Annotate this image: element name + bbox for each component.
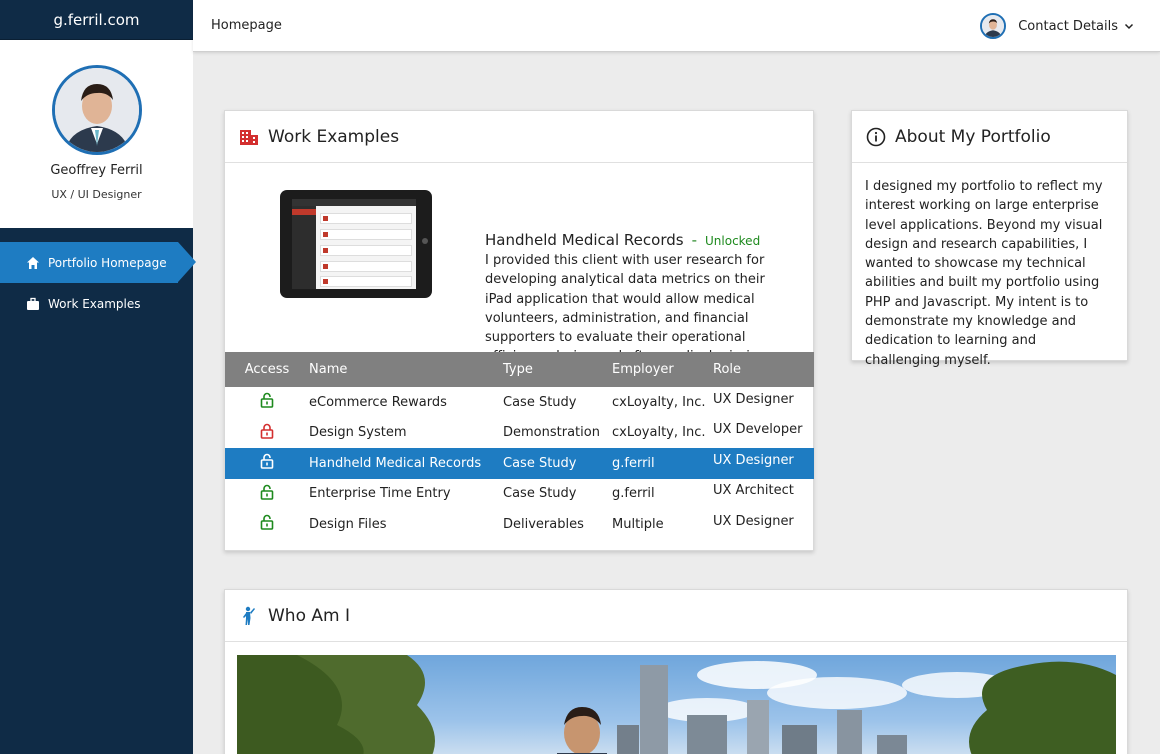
cell-name: Handheld Medical Records xyxy=(309,455,482,471)
cell-name: Design System xyxy=(309,425,407,441)
sidebar-item-portfolio-homepage[interactable]: Portfolio Homepage xyxy=(0,242,196,283)
table-header-row: Access Name Type Employer Role xyxy=(225,352,814,387)
top-bar: Homepage Contact Details xyxy=(193,0,1160,52)
profile-card: Geoffrey Ferril UX / UI Designer xyxy=(0,40,193,228)
about-header: About My Portfolio xyxy=(852,111,1127,163)
profile-role: UX / UI Designer xyxy=(51,188,142,201)
table-row[interactable]: eCommerce Rewards Case Study cxLoyalty, … xyxy=(225,387,814,418)
cell-name: eCommerce Rewards xyxy=(309,394,447,410)
avatar xyxy=(51,65,142,155)
unlocked-icon xyxy=(225,479,309,510)
role-text: UX Architect xyxy=(713,483,794,499)
role-text: UX Developer xyxy=(713,422,803,438)
column-header-access[interactable]: Access xyxy=(225,352,309,387)
profile-photo xyxy=(237,655,1116,754)
sidebar-item-work-examples[interactable]: Work Examples xyxy=(0,283,193,324)
about-text: I designed my portfolio to reflect my in… xyxy=(865,179,1103,368)
card-title: Who Am I xyxy=(268,605,350,626)
table-row[interactable]: Design Files Deliverables Multiple UX De… xyxy=(225,509,814,540)
sidebar-nav: Portfolio Homepage Work Examples xyxy=(0,242,196,324)
work-examples-table: Access Name Type Employer Role eCommerce… xyxy=(225,352,814,540)
tablet-preview-image[interactable] xyxy=(280,190,432,298)
building-icon xyxy=(239,127,259,147)
info-icon xyxy=(866,127,886,147)
cell-role: UX Designer xyxy=(713,509,814,540)
column-header-employer[interactable]: Employer xyxy=(612,352,713,387)
person-waving-icon xyxy=(239,606,259,626)
column-header-role[interactable]: Role xyxy=(713,352,814,387)
card-title: About My Portfolio xyxy=(895,126,1051,147)
unlocked-icon xyxy=(225,509,309,540)
who-am-i-card: Who Am I xyxy=(224,589,1128,754)
chevron-down-icon xyxy=(1124,23,1134,30)
profile-name: Geoffrey Ferril xyxy=(50,163,143,178)
work-examples-header: Work Examples xyxy=(225,111,813,163)
cell-name: Enterprise Time Entry xyxy=(309,486,451,502)
cell-type: Demonstration xyxy=(503,425,600,441)
cell-role: UX Designer xyxy=(713,448,814,479)
cell-type: Case Study xyxy=(503,455,577,471)
table-row[interactable]: Enterprise Time Entry Case Study g.ferri… xyxy=(225,479,814,510)
who-header: Who Am I xyxy=(225,590,1127,642)
sidebar-item-label: Work Examples xyxy=(48,296,141,311)
cell-type: Deliverables xyxy=(503,516,584,532)
home-icon xyxy=(26,256,40,270)
featured-title: Handheld Medical Records - Unlocked xyxy=(485,231,760,249)
sidebar-item-label: Portfolio Homepage xyxy=(48,255,167,270)
cell-employer: cxLoyalty, Inc. xyxy=(612,394,706,410)
cell-employer: g.ferril xyxy=(612,486,655,502)
locked-icon xyxy=(225,418,309,449)
role-text: UX Designer xyxy=(713,391,794,407)
cell-type: Case Study xyxy=(503,486,577,502)
work-examples-card: Work Examples Handheld Medical Records - U… xyxy=(224,110,814,551)
unlocked-icon xyxy=(225,448,309,479)
breadcrumb[interactable]: Homepage xyxy=(211,18,282,33)
card-title: Work Examples xyxy=(268,126,400,147)
featured-name: Handheld Medical Records xyxy=(485,231,684,249)
contact-details-label: Contact Details xyxy=(1018,18,1118,34)
cell-role: UX Developer xyxy=(713,418,814,449)
cell-employer: Multiple xyxy=(612,516,664,532)
separator: - xyxy=(691,231,697,249)
briefcase-icon xyxy=(26,297,40,311)
featured-work: Handheld Medical Records - Unlocked I prov… xyxy=(225,163,813,389)
contact-details-dropdown[interactable]: Contact Details xyxy=(980,13,1134,39)
role-text: UX Designer xyxy=(713,513,794,529)
role-text: UX Designer xyxy=(713,452,794,468)
column-header-name[interactable]: Name xyxy=(309,352,503,387)
column-header-type[interactable]: Type xyxy=(503,352,612,387)
table-row[interactable]: Design System Demonstration cxLoyalty, I… xyxy=(225,418,814,449)
sidebar: g.ferril.com Geoffrey Ferril UX / UI Des… xyxy=(0,0,196,754)
cell-name: Design Files xyxy=(309,516,387,532)
about-portfolio-card: About My Portfolio I designed my portfol… xyxy=(851,110,1128,368)
cell-role: UX Architect xyxy=(713,479,814,510)
cell-type: Case Study xyxy=(503,394,577,410)
cell-employer: cxLoyalty, Inc. xyxy=(612,425,706,441)
cell-role: UX Designer xyxy=(713,387,814,418)
table-row-selected[interactable]: Handheld Medical Records Case Study g.fe… xyxy=(225,448,814,479)
avatar xyxy=(980,13,1007,39)
cell-employer: g.ferril xyxy=(612,455,655,471)
site-brand[interactable]: g.ferril.com xyxy=(0,0,193,40)
status-badge: Unlocked xyxy=(705,234,761,248)
unlocked-icon xyxy=(225,387,309,418)
